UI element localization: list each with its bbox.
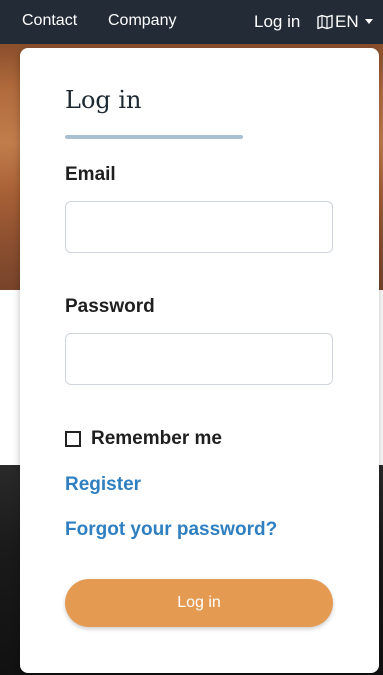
language-code: EN — [335, 12, 359, 31]
title-underline — [65, 135, 243, 139]
remember-me-row: Remember me — [65, 428, 222, 450]
register-link[interactable]: Register — [65, 474, 141, 496]
nav-login-link[interactable]: Log in — [254, 12, 300, 32]
remember-me-checkbox[interactable] — [65, 431, 81, 447]
nav-company-link[interactable]: Company — [108, 12, 176, 30]
nav-contact-link[interactable]: Contact — [22, 12, 77, 30]
login-submit-button[interactable]: Log in — [65, 579, 333, 627]
password-label: Password — [65, 296, 155, 317]
forgot-password-link[interactable]: Forgot your password? — [65, 519, 277, 541]
password-input[interactable] — [65, 333, 333, 385]
email-label: Email — [65, 164, 116, 185]
remember-me-label: Remember me — [91, 428, 222, 449]
email-input[interactable] — [65, 201, 333, 253]
language-selector[interactable]: EN — [317, 12, 373, 32]
top-navigation: Contact Company Log in EN — [0, 0, 383, 44]
login-title: Log in — [65, 86, 142, 114]
login-dropdown: Log in Email Password Remember me Regist… — [20, 48, 379, 673]
caret-down-icon — [364, 18, 373, 24]
map-icon — [317, 14, 333, 30]
